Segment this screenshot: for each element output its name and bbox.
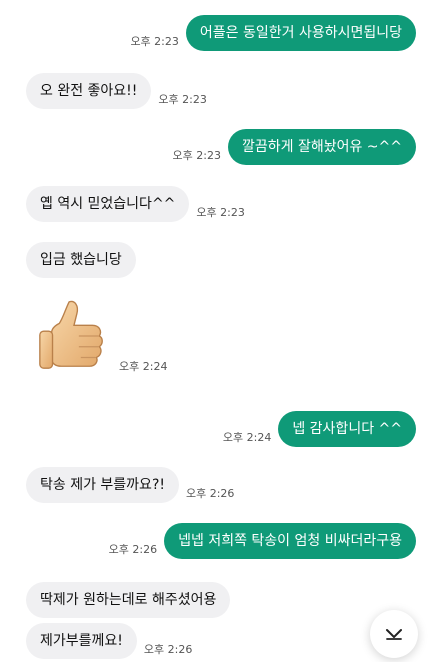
message-bubble[interactable]: 입금 했습니당 (26, 242, 136, 278)
message-bubble[interactable]: 옙 역시 믿었습니다^^ (26, 186, 190, 222)
message-time: 오후 2:24 (222, 431, 272, 444)
message-outgoing: 넵넵 저희쪽 탁송이 엄청 비싸더라구용 오후 2:26 (102, 523, 416, 559)
message-outgoing: 깔끔하게 잘해놨어유 ~^^ 오후 2:23 (166, 129, 416, 165)
message-bubble[interactable]: 넵넵 저희쪽 탁송이 엄청 비싸더라구용 (164, 523, 416, 559)
message-time: 오후 2:23 (196, 206, 245, 219)
message-bubble[interactable]: 넵 감사합니다 ^^ (278, 411, 416, 447)
message-time: 오후 2:23 (172, 149, 221, 162)
message-incoming: 제가부를께요! 오후 2:26 (26, 623, 199, 659)
chat-message-list: 어플은 동일한거 사용하시면됩니당 오후 2:23 오 완전 좋아요!! 오후 … (0, 0, 440, 662)
scroll-to-bottom-button[interactable] (370, 610, 418, 658)
message-time: 오후 2:23 (130, 35, 179, 48)
message-incoming: 오 완전 좋아요!! 오후 2:23 (26, 73, 214, 109)
message-incoming: 딱제가 원하는데로 해주셨어용 (26, 582, 231, 618)
chevron-down-icon (386, 629, 402, 640)
message-time: 오후 2:26 (143, 643, 193, 656)
message-incoming-sticker: 오후 2:24 (34, 298, 174, 376)
message-time: 오후 2:26 (108, 543, 158, 556)
message-bubble[interactable]: 딱제가 원하는데로 해주셨어용 (26, 582, 231, 618)
message-incoming: 탁송 제가 부를까요?! 오후 2:26 (26, 467, 241, 503)
message-time: 오후 2:26 (185, 487, 235, 500)
message-outgoing: 넵 감사합니다 ^^ 오후 2:24 (216, 411, 416, 447)
message-outgoing: 어플은 동일한거 사용하시면됩니당 오후 2:23 (123, 15, 416, 51)
message-bubble[interactable]: 제가부를께요! (26, 623, 137, 659)
message-time: 오후 2:23 (158, 93, 207, 106)
thumbs-up-icon[interactable] (34, 298, 112, 376)
message-incoming: 입금 했습니당 (26, 242, 136, 278)
message-time: 오후 2:24 (119, 360, 168, 373)
message-bubble[interactable]: 깔끔하게 잘해놨어유 ~^^ (227, 129, 416, 165)
message-bubble[interactable]: 탁송 제가 부를까요?! (26, 467, 179, 503)
message-bubble[interactable]: 어플은 동일한거 사용하시면됩니당 (185, 15, 416, 51)
message-incoming: 옙 역시 믿었습니다^^ 오후 2:23 (26, 186, 252, 222)
message-bubble[interactable]: 오 완전 좋아요!! (26, 73, 152, 109)
